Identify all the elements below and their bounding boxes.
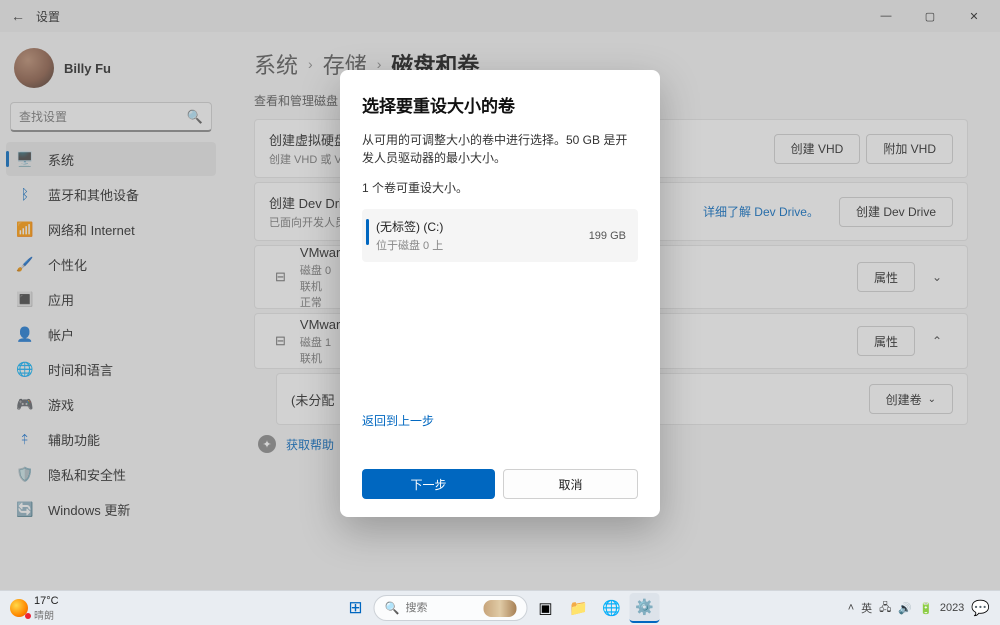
modal-overlay: 选择要重设大小的卷 从可用的可调整大小的卷中进行选择。50 GB 是开发人员驱动… (0, 0, 1000, 625)
ime-indicator[interactable]: 英 (861, 600, 872, 616)
weather-temp: 17°C (34, 595, 59, 607)
tray-chevron-icon[interactable]: ˄ (848, 602, 854, 614)
modal-title: 选择要重设大小的卷 (362, 92, 638, 117)
volume-icon[interactable]: 🔊 (898, 602, 912, 615)
volume-item[interactable]: (无标签) (C:) 位于磁盘 0 上 199 GB (362, 209, 638, 262)
edge-button[interactable]: 🌐 (597, 593, 627, 623)
weather-icon (10, 599, 28, 617)
back-link[interactable]: 返回到上一步 (362, 412, 434, 429)
weather-widget[interactable]: 17°C 晴朗 (10, 595, 59, 622)
cancel-button[interactable]: 取消 (503, 469, 638, 499)
taskbar-search-input[interactable] (405, 602, 477, 614)
task-view-button[interactable]: ▣ (531, 593, 561, 623)
volume-location: 位于磁盘 0 上 (376, 237, 443, 253)
modal-count: 1 个卷可重设大小。 (362, 179, 638, 197)
resize-volume-modal: 选择要重设大小的卷 从可用的可调整大小的卷中进行选择。50 GB 是开发人员驱动… (340, 70, 660, 517)
taskbar-search[interactable]: 🔍 (374, 595, 528, 621)
battery-icon[interactable]: 🔋 (919, 602, 933, 615)
search-icon: 🔍 (385, 601, 400, 615)
search-art-icon (483, 600, 516, 617)
settings-button[interactable]: ⚙️ (630, 593, 660, 623)
system-tray: ˄ 英 🖧 🔊 🔋 2023 💬 (848, 599, 990, 618)
volume-size: 199 GB (589, 230, 626, 242)
next-button[interactable]: 下一步 (362, 469, 495, 499)
taskbar: 17°C 晴朗 ⊞ 🔍 ▣ 📁 🌐 ⚙️ ˄ 英 🖧 🔊 🔋 2023 💬 (0, 590, 1000, 625)
network-icon[interactable]: 🖧 (879, 599, 891, 618)
weather-cond: 晴朗 (34, 607, 59, 622)
clock-year[interactable]: 2023 (940, 602, 964, 614)
notification-icon[interactable]: 💬 (971, 599, 990, 617)
explorer-button[interactable]: 📁 (564, 593, 594, 623)
start-button[interactable]: ⊞ (341, 593, 371, 623)
volume-name: (无标签) (C:) (376, 218, 443, 235)
modal-desc: 从可用的可调整大小的卷中进行选择。50 GB 是开发人员驱动器的最小大小。 (362, 131, 638, 167)
